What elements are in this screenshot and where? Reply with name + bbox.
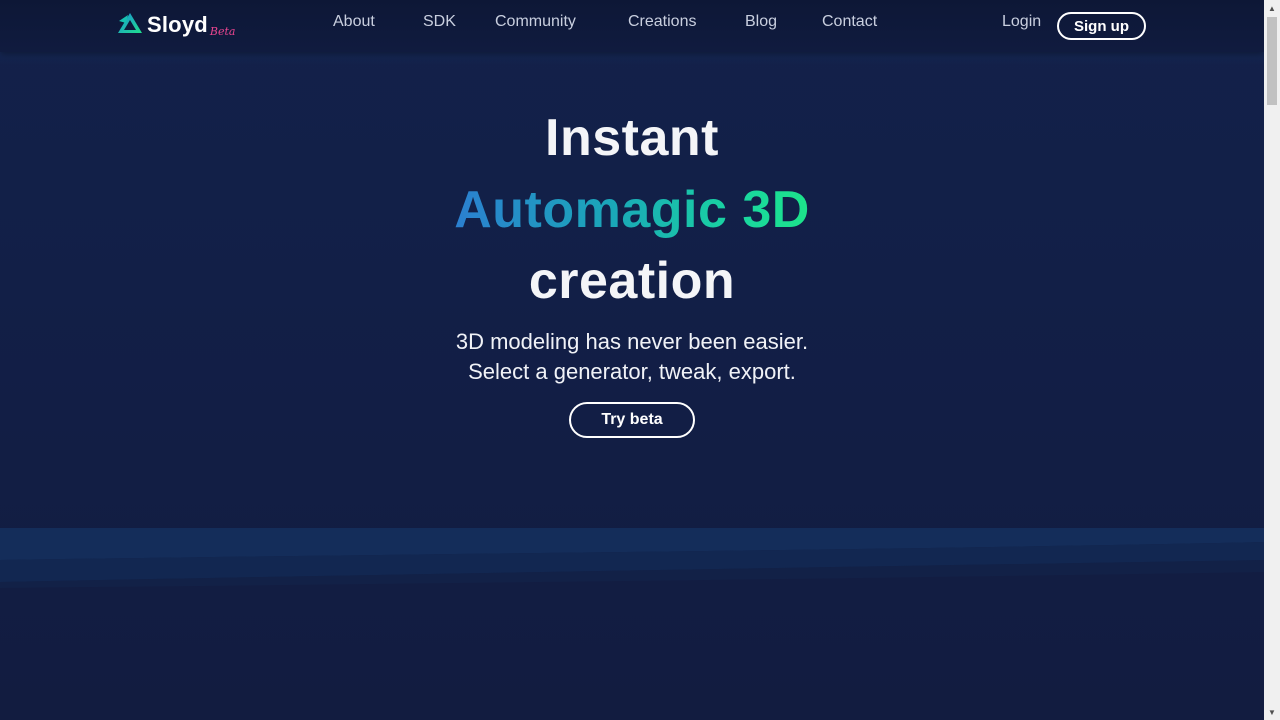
try-beta-button[interactable]: Try beta <box>569 402 695 438</box>
hero-title-line-1: Instant <box>545 109 719 167</box>
hero-gradient-text: Automagic 3D <box>454 181 810 239</box>
hero-subtitle-line-2: Select a generator, tweak, export. <box>468 359 796 384</box>
nav-community-link[interactable]: Community <box>495 13 576 31</box>
signup-button[interactable]: Sign up <box>1057 12 1146 40</box>
decorative-wave-bands <box>0 528 1264 588</box>
site-header: Sloyd Beta About SDK Community Creations… <box>0 0 1264 52</box>
hero-subtitle-line-1: 3D modeling has never been easier. <box>455 329 809 354</box>
nav-creations-link[interactable]: Creations <box>628 13 696 31</box>
page-scrollbar[interactable]: ▲ ▼ <box>1264 0 1280 720</box>
nav-contact-link[interactable]: Contact <box>822 13 877 31</box>
hero-title-line-3: creation <box>528 252 736 310</box>
nav-blog-link[interactable]: Blog <box>745 13 777 31</box>
nav-sdk-link[interactable]: SDK <box>423 13 456 31</box>
nav-about-link[interactable]: About <box>333 13 375 31</box>
scroll-down-arrow-icon[interactable]: ▼ <box>1264 704 1280 720</box>
header-glow <box>0 52 1264 64</box>
page-viewport: Sloyd Beta About SDK Community Creations… <box>0 0 1264 720</box>
login-link[interactable]: Login <box>1002 13 1041 31</box>
scrollbar-thumb[interactable] <box>1267 17 1277 105</box>
scroll-up-arrow-icon[interactable]: ▲ <box>1264 0 1280 16</box>
hero-title-line-2: Automagic 3D <box>0 180 1264 240</box>
